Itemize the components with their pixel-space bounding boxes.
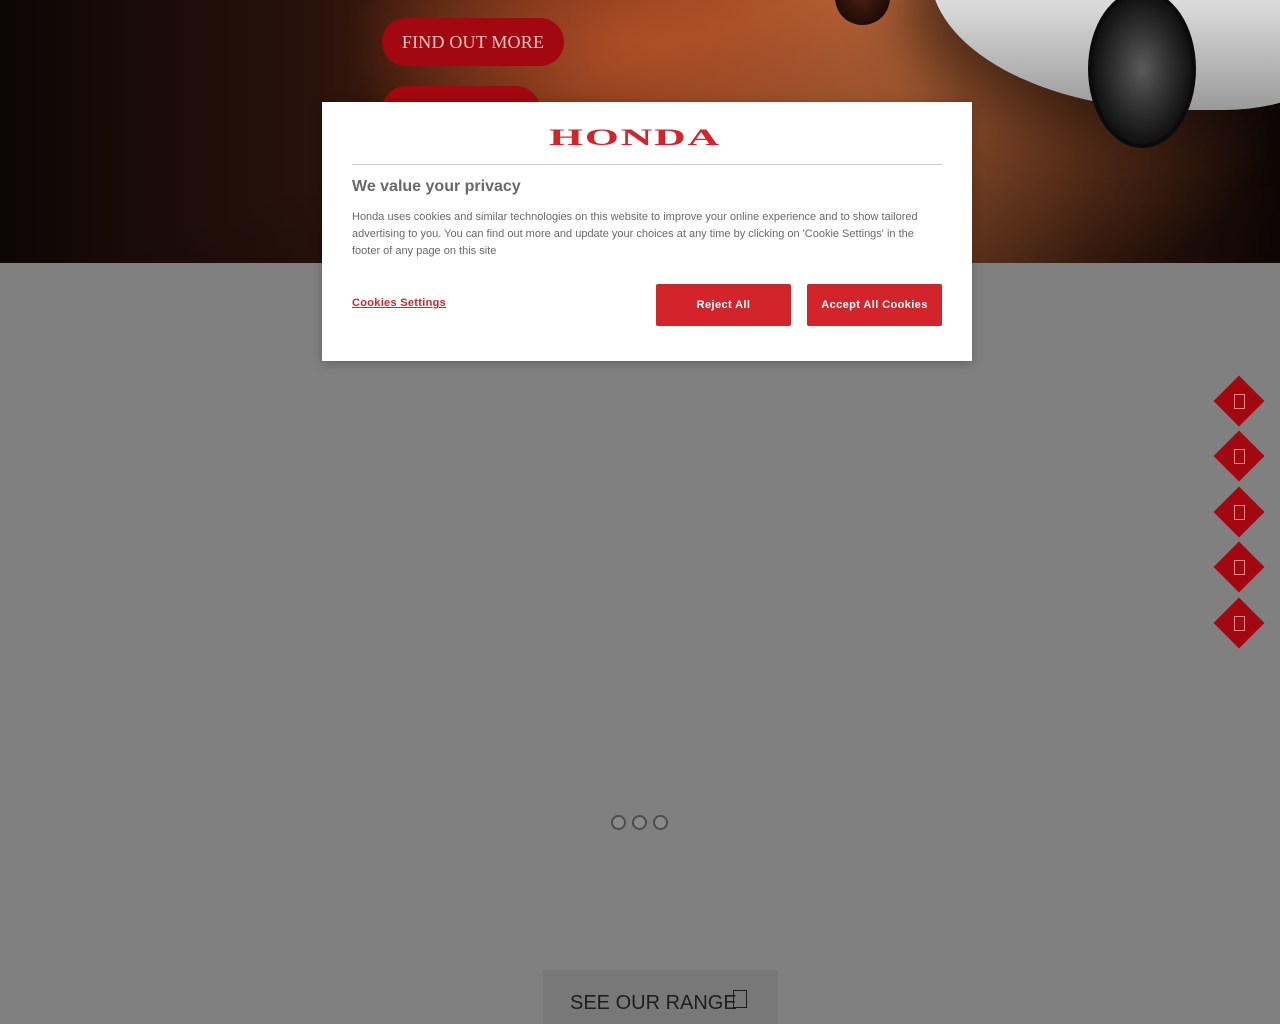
side-nav-icon-2 xyxy=(1233,448,1245,464)
see-our-range-label: SEE OUR RANGE xyxy=(570,992,737,1014)
side-nav-item-5[interactable] xyxy=(1213,597,1265,649)
modal-description: Honda uses cookies and similar technolog… xyxy=(352,211,918,257)
side-nav-icon-1 xyxy=(1233,393,1245,409)
cookies-settings-link[interactable]: Cookies Settings xyxy=(352,297,446,309)
cookie-consent-modal: HONDA We value your privacy Honda uses c… xyxy=(322,102,972,361)
side-nav-item-4[interactable] xyxy=(1213,541,1265,593)
accept-all-cookies-button[interactable]: Accept All Cookies xyxy=(807,284,942,326)
loading-indicator xyxy=(611,815,671,833)
loader-dot xyxy=(632,815,647,830)
page: FIND OUT MORE SEE OUR RANGE HONDA We val… xyxy=(0,0,1280,1024)
honda-logo: HONDA xyxy=(549,128,721,148)
loader-dot xyxy=(611,815,626,830)
reject-all-button[interactable]: Reject All xyxy=(656,284,791,326)
modal-title: We value your privacy xyxy=(352,178,521,195)
see-our-range-button[interactable]: SEE OUR RANGE xyxy=(543,970,778,1024)
side-nav-icon-3 xyxy=(1233,504,1245,520)
modal-divider xyxy=(352,164,942,165)
find-out-more-button[interactable]: FIND OUT MORE xyxy=(382,18,564,66)
arrow-icon xyxy=(733,990,747,1008)
side-nav-icon-5 xyxy=(1233,615,1245,631)
side-nav-item-1[interactable] xyxy=(1213,375,1265,427)
side-nav-item-3[interactable] xyxy=(1213,486,1265,538)
side-nav-item-2[interactable] xyxy=(1213,430,1265,482)
honda-logo-text: HONDA xyxy=(549,128,721,148)
loader-dot xyxy=(653,815,668,830)
content-overlay xyxy=(0,263,1280,1024)
side-nav-icon-4 xyxy=(1233,559,1245,575)
